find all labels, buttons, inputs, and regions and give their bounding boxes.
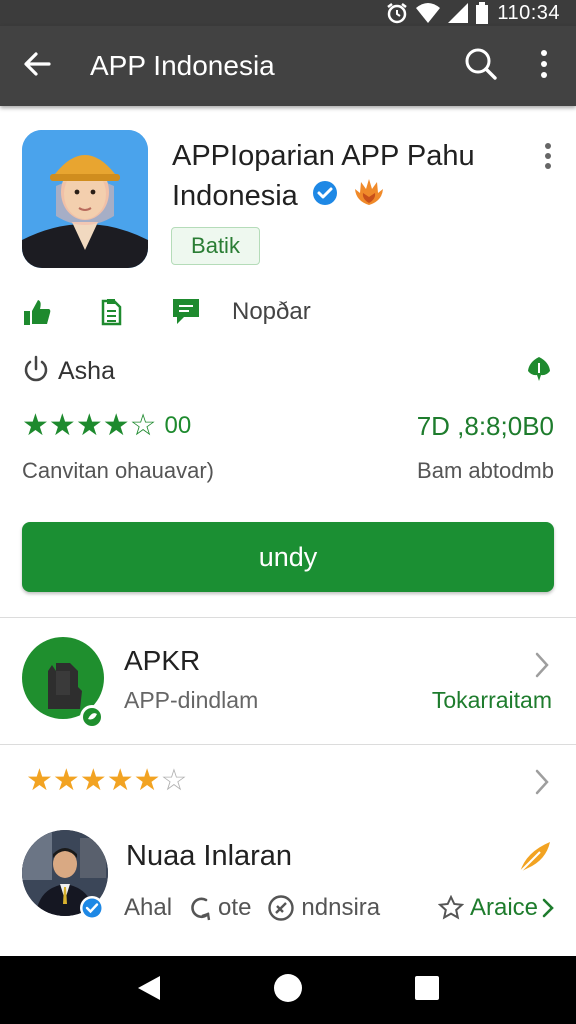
rating-count: 00 xyxy=(164,412,192,439)
nav-home-button[interactable] xyxy=(263,965,313,1015)
related-app-subtitle: APP-dindlam xyxy=(124,687,259,713)
app-details-header: APPIoparian APP Pahu Indonesia Batik Nop… xyxy=(0,106,576,618)
star-empty-icon: ☆ xyxy=(160,764,188,797)
star-empty-icon: ☆ xyxy=(129,409,157,442)
battery-icon xyxy=(475,2,489,24)
star-outline-icon xyxy=(437,895,464,921)
app-more-options-button[interactable] xyxy=(536,140,560,176)
reply-icon xyxy=(188,894,214,922)
triangle-back-icon xyxy=(136,974,162,1007)
related-app-title: APKR xyxy=(124,645,201,676)
circle-home-icon xyxy=(273,973,303,1008)
chevron-right-icon xyxy=(542,898,554,918)
more-vert-icon xyxy=(544,142,552,175)
star-filled-icon: ★ xyxy=(48,409,76,442)
back-button[interactable] xyxy=(0,26,74,106)
star-filled-icon: ★ xyxy=(22,409,49,442)
review-stars: ★ ★ ★ ★ ★ ☆ xyxy=(26,766,187,796)
search-icon xyxy=(462,46,498,87)
meta-label: Nopðar xyxy=(232,298,311,325)
download-count: 7D ,8:8;0B0 xyxy=(416,410,554,441)
star-filled-icon: ★ xyxy=(79,764,107,797)
related-app-link[interactable]: Tokarraitam xyxy=(432,687,552,714)
star-filled-icon: ★ xyxy=(102,409,130,442)
star-filled-icon: ★ xyxy=(52,764,80,797)
review-link[interactable]: Araice xyxy=(437,894,554,922)
developer-name[interactable]: Asha xyxy=(58,357,524,386)
chevron-right-icon[interactable] xyxy=(534,768,550,801)
review-link-label: Araice xyxy=(469,894,538,921)
rating-stars: ★ ★ ★ ★ ☆ xyxy=(22,411,157,441)
overflow-menu-button[interactable] xyxy=(512,26,576,106)
feather-badge-icon xyxy=(516,838,554,881)
square-recents-icon xyxy=(414,975,440,1006)
search-button[interactable] xyxy=(448,26,512,106)
reviewer-avatar[interactable] xyxy=(22,830,108,920)
review-action-1[interactable]: Ahal xyxy=(124,894,172,922)
review-action-3[interactable]: ndnsira xyxy=(267,894,380,922)
back-arrow-icon xyxy=(22,49,52,84)
document-icon[interactable] xyxy=(96,297,126,327)
review-action-2[interactable]: ote xyxy=(188,894,251,922)
app-meta-row: Nopðar xyxy=(22,292,311,332)
app-icon[interactable] xyxy=(22,130,148,268)
app-bar-title: APP Indonesia xyxy=(90,50,275,81)
related-app-card[interactable]: APKR APP-dindlam Tokarraitam xyxy=(0,619,576,745)
status-time: 110:34 xyxy=(497,1,560,24)
subtitle-left: Canvitan ohauavar) xyxy=(22,458,215,483)
chevron-right-icon[interactable] xyxy=(534,651,550,684)
review-actions: Ahal ote ndnsira Araice xyxy=(124,894,554,922)
alarm-icon xyxy=(385,1,409,25)
developer-row: Asha xyxy=(22,354,554,388)
system-navigation-bar xyxy=(0,956,576,1024)
app-bar: APP Indonesia xyxy=(0,26,576,106)
app-title: APPIoparian APP Pahu Indonesia xyxy=(172,136,512,218)
category-chip[interactable]: Batik xyxy=(171,227,260,265)
verified-badge-icon xyxy=(312,177,338,217)
subtitle-right: Bam abtodmb xyxy=(417,458,554,483)
review-action-3-label: ndnsira xyxy=(301,894,381,921)
power-icon xyxy=(22,355,50,388)
signal-icon xyxy=(447,2,469,24)
star-filled-icon: ★ xyxy=(133,764,161,797)
flag-circle-icon xyxy=(267,894,295,922)
status-bar: 110:34 xyxy=(0,0,576,26)
star-filled-icon: ★ xyxy=(26,764,53,797)
thumbs-up-icon[interactable] xyxy=(22,297,52,327)
review-action-2-label: ote xyxy=(218,894,252,921)
reviewer-name: Nuaa Inlaran xyxy=(126,840,293,872)
install-button[interactable]: undy xyxy=(22,522,554,592)
comment-icon[interactable] xyxy=(170,296,202,328)
review-card: ★ ★ ★ ★ ★ ☆ Nuaa Inlaran Ahal ote ndnsir… xyxy=(0,746,576,956)
star-filled-icon: ★ xyxy=(106,764,134,797)
nav-back-button[interactable] xyxy=(124,965,174,1015)
leaf-download-icon[interactable] xyxy=(524,354,554,389)
nav-recents-button[interactable] xyxy=(402,965,452,1015)
star-filled-icon: ★ xyxy=(75,409,103,442)
rating-row: ★ ★ ★ ★ ☆ 00 7D ,8:8;0B0 xyxy=(22,406,554,446)
flame-badge-icon xyxy=(352,177,386,218)
related-app-icon xyxy=(22,637,104,729)
more-vert-icon xyxy=(539,49,549,84)
wifi-icon xyxy=(415,2,441,24)
app-subtitle-row: Canvitan ohauavar) Bam abtodmb xyxy=(22,454,554,488)
